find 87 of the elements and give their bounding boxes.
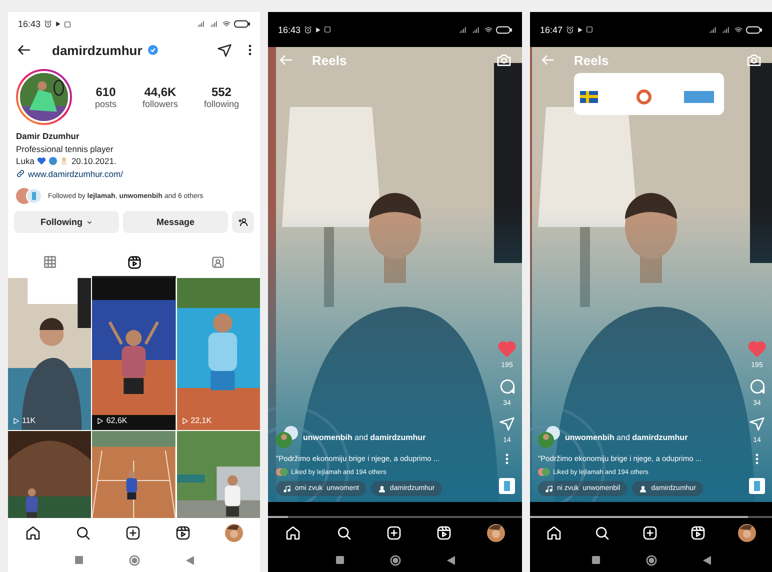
home-button[interactable]: [390, 554, 400, 566]
profile-avatar[interactable]: [225, 524, 243, 542]
screen-title: Reels: [574, 52, 609, 68]
play-icon: [314, 26, 321, 32]
signal-icon: [708, 26, 718, 34]
signal-icon: [209, 20, 219, 28]
reels-icon[interactable]: [175, 525, 191, 541]
profile-avatar[interactable]: [486, 524, 505, 542]
link-icon: [16, 169, 25, 178]
stat-label: followers: [142, 99, 178, 109]
home-button[interactable]: [646, 554, 656, 566]
music-note-icon: [283, 484, 291, 492]
wifi-icon: [484, 26, 493, 34]
battery-icon: [746, 26, 762, 34]
add-person-button[interactable]: [232, 211, 254, 233]
profile-username: damirdzumhur: [52, 42, 142, 58]
notification-icon: [586, 26, 593, 33]
profile-bio: Professional tennis player: [16, 142, 114, 155]
liker-avatars: [276, 468, 288, 476]
liker-avatars: [538, 468, 550, 476]
follower-avatars: [16, 188, 42, 204]
signal-icon: [471, 26, 481, 34]
author-names: unwomenbih and damirdzumhur: [303, 432, 426, 442]
author-avatars: [538, 425, 562, 449]
alarm-clock-icon: [566, 26, 574, 34]
grid-icon: [43, 255, 57, 269]
status-time: 16:43: [278, 24, 301, 34]
website-link[interactable]: www.damirdzumhur.com/: [28, 168, 123, 180]
stat-value: 552: [211, 85, 232, 99]
comment-icon[interactable]: [748, 378, 766, 395]
back-button[interactable]: [702, 556, 710, 564]
message-button[interactable]: Message: [123, 211, 228, 233]
play-icon: [54, 21, 61, 27]
status-time: 16:43: [18, 19, 41, 29]
wifi-icon: [734, 26, 743, 34]
bio-text: Luka: [16, 155, 34, 168]
home-icon[interactable]: [25, 525, 41, 541]
status-time: 16:47: [540, 24, 563, 34]
heart-icon: [37, 157, 46, 166]
signal-icon: [458, 26, 468, 34]
play-icon: [576, 26, 583, 32]
chevron-down-icon: [86, 218, 92, 226]
bio-text: 20.10.2021.: [71, 155, 116, 168]
recents-button[interactable]: [336, 556, 344, 564]
home-button[interactable]: [128, 554, 140, 566]
send-icon[interactable]: [217, 42, 232, 58]
signal-icon: [721, 26, 731, 34]
camera-icon[interactable]: [746, 52, 762, 68]
author-names: unwomenbih and damirdzumhur: [565, 432, 688, 442]
comment-icon[interactable]: [498, 378, 516, 395]
tagged-icon: [211, 255, 225, 269]
wifi-icon: [222, 20, 231, 28]
notification-icon: [324, 26, 331, 33]
baby-icon: [60, 157, 68, 166]
camera-icon[interactable]: [496, 52, 512, 68]
author-avatars: [276, 425, 300, 449]
stat-value: 44,6K: [144, 85, 176, 99]
audio-thumbnail[interactable]: [499, 478, 515, 494]
alarm-clock-icon: [44, 20, 52, 28]
stat-label: following: [204, 99, 239, 109]
recents-button[interactable]: [74, 556, 82, 564]
signal-icon: [196, 20, 206, 28]
search-icon[interactable]: [336, 525, 352, 541]
battery-icon: [234, 20, 250, 28]
add-person-icon: [238, 217, 248, 227]
search-icon[interactable]: [594, 525, 610, 541]
audio-thumbnail[interactable]: [749, 478, 765, 494]
profile-name: Damir Dzumhur: [16, 130, 80, 142]
globe-icon: [49, 157, 58, 166]
recents-button[interactable]: [592, 556, 600, 564]
music-note-icon: [545, 484, 553, 492]
add-icon[interactable]: [125, 525, 141, 541]
back-button[interactable]: [186, 556, 194, 564]
reels-icon: [126, 254, 142, 270]
alarm-clock-icon: [304, 26, 312, 34]
notification-icon: [64, 20, 71, 28]
profile-avatar[interactable]: [738, 524, 756, 542]
screen-title: Reels: [312, 52, 347, 68]
stat-value: 610: [96, 85, 116, 99]
following-button[interactable]: Following: [14, 211, 119, 233]
more-options-icon[interactable]: [248, 44, 252, 56]
person-icon: [639, 484, 648, 492]
back-button[interactable]: [446, 556, 454, 564]
person-icon: [378, 484, 386, 492]
search-icon[interactable]: [75, 525, 91, 541]
stat-label: posts: [94, 99, 116, 109]
battery-icon: [496, 26, 512, 34]
